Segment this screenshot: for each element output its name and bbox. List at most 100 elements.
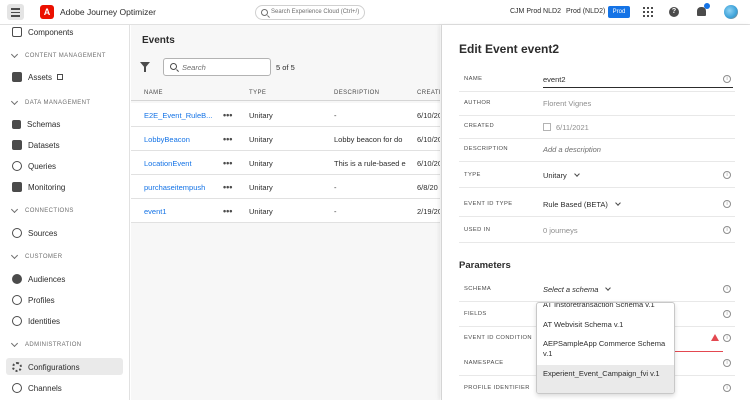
app-title[interactable]: Adobe Journey Optimizer [60, 7, 156, 17]
sidebar-item-components[interactable]: Components [12, 25, 73, 39]
chevron-down-icon [10, 50, 19, 59]
user-avatar[interactable] [724, 5, 738, 19]
schema-placeholder: Select a schema [543, 285, 599, 294]
section-connections[interactable]: CONNECTIONS [10, 205, 74, 214]
event-name-link[interactable]: event1 [144, 207, 219, 216]
section-data-management[interactable]: DATA MANAGEMENT [10, 97, 90, 106]
search-icon [261, 9, 268, 16]
info-icon[interactable]: i [723, 200, 731, 208]
section-content-management[interactable]: CONTENT MANAGEMENT [10, 50, 106, 59]
sidebar-item-schemas[interactable]: Schemas [12, 117, 60, 131]
event-created: 6/8/20 [417, 183, 438, 192]
sidebar-item-monitoring[interactable]: Monitoring [12, 180, 65, 194]
field-label: EVENT ID CONDITION [464, 335, 532, 341]
column-header-created[interactable]: CREATI [417, 90, 441, 96]
info-icon[interactable]: i [723, 334, 731, 342]
info-icon[interactable]: i [723, 384, 731, 392]
field-label: AUTHOR [464, 100, 491, 106]
more-actions-icon[interactable]: ••• [223, 206, 232, 216]
adobe-logo: A [40, 5, 54, 19]
section-label: ADMINISTRATION [25, 342, 82, 348]
app-switcher-icon[interactable] [643, 7, 653, 17]
event-name-link[interactable]: LobbyBeacon [144, 135, 219, 144]
chevron-down-icon [573, 171, 580, 177]
event-description: - [334, 183, 337, 192]
section-customer[interactable]: CUSTOMER [10, 251, 62, 260]
sandbox-switcher[interactable]: Prod (NLD2) [566, 8, 605, 15]
more-actions-icon[interactable]: ••• [223, 134, 232, 144]
sidebar-item-sources[interactable]: Sources [12, 226, 57, 240]
field-used-in: USED IN 0 journeys i [459, 219, 735, 243]
chevron-down-icon [10, 205, 19, 214]
sidebar-item-label: Configurations [28, 362, 80, 372]
more-actions-icon[interactable]: ••• [223, 182, 232, 192]
sidebar-item-configurations[interactable]: Configurations [12, 360, 80, 374]
column-header-name[interactable]: NAME [144, 90, 163, 96]
field-label: NAMESPACE [464, 360, 504, 366]
description-input[interactable]: Add a description [543, 145, 601, 154]
more-actions-icon[interactable]: ••• [223, 110, 232, 120]
sidebar-item-channels[interactable]: Channels [12, 381, 62, 395]
chevron-down-icon [10, 251, 19, 260]
type-dropdown[interactable]: Unitary [543, 171, 580, 180]
table-row[interactable]: purchaseitempush ••• Unitary - 6/8/20 [131, 175, 440, 199]
event-id-type-value: Rule Based (BETA) [543, 200, 608, 209]
org-switcher[interactable]: CJM Prod NLD2 [510, 8, 561, 15]
parameters-heading: Parameters [459, 260, 511, 271]
info-icon[interactable]: i [723, 310, 731, 318]
event-type: Unitary [249, 135, 273, 144]
info-icon[interactable]: i [723, 226, 731, 234]
table-row[interactable]: LobbyBeacon ••• Unitary Lobby beacon for… [131, 127, 440, 151]
event-description: This is a rule-based e [334, 159, 406, 168]
info-icon[interactable]: i [723, 285, 731, 293]
sidebar-item-identities[interactable]: Identities [12, 314, 60, 328]
channels-icon [12, 383, 22, 393]
events-search-placeholder: Search [182, 63, 206, 72]
more-actions-icon[interactable]: ••• [223, 158, 232, 168]
hamburger-menu-icon[interactable] [7, 4, 24, 20]
sidebar-item-audiences[interactable]: Audiences [12, 272, 65, 286]
table-row[interactable]: LocationEvent ••• Unitary This is a rule… [131, 151, 440, 175]
created-value: 6/11/2021 [543, 122, 589, 132]
info-icon[interactable]: i [723, 75, 731, 83]
events-search-input[interactable]: Search [163, 58, 271, 76]
components-icon [12, 27, 22, 37]
table-row[interactable]: event1 ••• Unitary - 2/19/20 [131, 199, 440, 223]
name-input[interactable]: event2 [543, 71, 733, 88]
queries-icon [12, 161, 22, 171]
event-type: Unitary [249, 183, 273, 192]
events-list-area: Events Search 5 of 5 NAME TYPE DESCRIPTI… [131, 25, 441, 400]
sidebar-item-label: Monitoring [28, 182, 66, 192]
monitoring-icon [12, 182, 22, 192]
event-name-link[interactable]: purchaseitempush [144, 183, 219, 192]
sidebar-item-label: Components [28, 27, 74, 37]
field-label: DESCRIPTION [464, 146, 509, 152]
field-created: CREATED 6/11/2021 [459, 115, 735, 139]
help-icon[interactable]: ? [669, 7, 679, 17]
type-value: Unitary [543, 171, 567, 180]
table-row[interactable]: E2E_Event_RuleB... ••• Unitary - 6/10/20 [131, 103, 440, 127]
field-name: NAME event2 i [459, 68, 735, 92]
event-name-link[interactable]: E2E_Event_RuleB... [144, 111, 219, 120]
sidebar-item-queries[interactable]: Queries [12, 159, 56, 173]
column-header-type[interactable]: TYPE [249, 90, 266, 96]
field-label: PROFILE IDENTIFIER [464, 385, 530, 391]
event-id-type-dropdown[interactable]: Rule Based (BETA) [543, 200, 621, 209]
schema-option[interactable]: AT Webvisit Schema v.1 [537, 320, 674, 330]
schema-option-highlighted[interactable]: Experient_Event_Campaign_fvi v.1 [537, 365, 674, 393]
schema-option[interactable]: AEPSampleApp Commerce Schema v.1 [537, 339, 667, 359]
info-icon[interactable]: i [723, 359, 731, 367]
sidebar-item-label: Sources [28, 228, 58, 238]
schema-option[interactable]: AT Instoretransaction Schema v.1 [537, 303, 674, 310]
global-search-input[interactable]: Search Experience Cloud (Ctrl+/) [255, 5, 365, 20]
schema-dropdown[interactable]: Select a schema [543, 285, 612, 294]
event-name-link[interactable]: LocationEvent [144, 159, 219, 168]
section-administration[interactable]: ADMINISTRATION [10, 339, 82, 348]
field-label: TYPE [464, 172, 481, 178]
filter-icon[interactable] [140, 62, 150, 72]
column-header-description[interactable]: DESCRIPTION [334, 90, 379, 96]
info-icon[interactable]: i [723, 171, 731, 179]
sidebar-item-profiles[interactable]: Profiles [12, 293, 55, 307]
sidebar-item-datasets[interactable]: Datasets [12, 138, 60, 152]
sidebar-item-assets[interactable]: Assets [12, 70, 64, 84]
